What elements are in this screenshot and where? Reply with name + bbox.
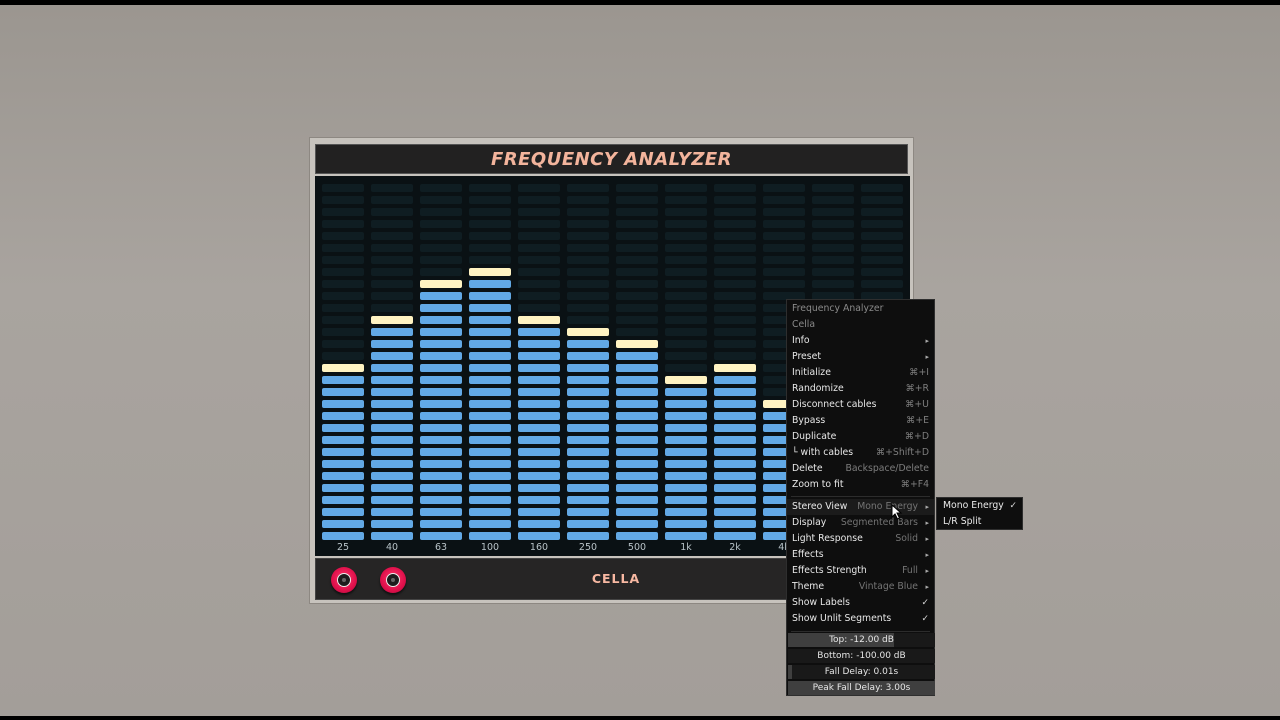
menu-item-display[interactable]: Display Segmented Bars ▸ [787,515,934,531]
menu-item-duplicate-with-cables[interactable]: └ with cables ⌘+Shift+D [787,445,934,461]
module-title: FREQUENCY ANALYZER [490,148,733,170]
chevron-right-icon: ▸ [925,535,929,543]
menu-separator [791,631,930,632]
chevron-right-icon: ▸ [925,337,929,345]
checkmark-icon: ✓ [1009,501,1017,511]
menu-item-randomize[interactable]: Randomize ⌘+R [787,381,934,397]
checkmark-icon: ✓ [921,614,929,624]
menu-item-bypass[interactable]: Bypass ⌘+E [787,413,934,429]
menu-header-title: Frequency Analyzer [792,303,884,314]
freq-label-100: 100 [480,542,500,553]
checkmark-icon: ✓ [921,598,929,608]
freq-label-63: 63 [434,542,448,553]
stereo-view-submenu: Mono Energy ✓ L/R Split [936,497,1023,530]
menu-header-brand: Cella [792,319,816,330]
fall-delay-slider[interactable]: Fall Delay: 0.01s [788,665,935,679]
menu-item-disconnect-cables[interactable]: Disconnect cables ⌘+U [787,397,934,413]
freq-label-1k: 1k [680,542,692,553]
freq-label-2k: 2k [729,542,741,553]
menu-item-effects[interactable]: Effects ▸ [787,547,934,563]
menu-item-theme[interactable]: Theme Vintage Blue ▸ [787,579,934,595]
module-title-bar: FREQUENCY ANALYZER [315,144,908,174]
menu-item-preset[interactable]: Preset ▸ [787,349,934,365]
menu-item-zoom-to-fit[interactable]: Zoom to fit ⌘+F4 [787,477,934,493]
peak-fall-delay-slider[interactable]: Peak Fall Delay: 3.00s [788,681,935,695]
menu-item-show-labels[interactable]: Show Labels ✓ [787,595,934,611]
menu-item-light-response[interactable]: Light Response Solid ▸ [787,531,934,547]
input-left-jack[interactable] [331,567,357,593]
menu-item-delete[interactable]: Delete Backspace/Delete [787,461,934,477]
menu-item-info[interactable]: Info ▸ [787,333,934,349]
mouse-pointer-icon [891,504,903,520]
chevron-right-icon: ▸ [925,519,929,527]
menu-separator [791,496,930,497]
freq-label-40: 40 [385,542,399,553]
submenu-item-mono-energy[interactable]: Mono Energy ✓ [937,498,1022,514]
chevron-right-icon: ▸ [925,353,929,361]
chevron-right-icon: ▸ [925,567,929,575]
freq-label-250: 250 [578,542,598,553]
bottom-db-slider[interactable]: Bottom: -100.00 dB [788,649,935,663]
chevron-right-icon: ▸ [925,503,929,511]
menu-item-initialize[interactable]: Initialize ⌘+I [787,365,934,381]
brand-logo: CELLA [591,571,641,586]
input-right-jack[interactable] [380,567,406,593]
top-db-slider[interactable]: Top: -12.00 dB [788,633,935,647]
chevron-right-icon: ▸ [925,551,929,559]
freq-label-25: 25 [336,542,350,553]
menu-item-duplicate[interactable]: Duplicate ⌘+D [787,429,934,445]
submenu-item-lr-split[interactable]: L/R Split [937,514,1022,530]
menu-item-show-unlit-segments[interactable]: Show Unlit Segments ✓ [787,611,934,627]
menu-item-effects-strength[interactable]: Effects Strength Full ▸ [787,563,934,579]
freq-label-500: 500 [627,542,647,553]
chevron-right-icon: ▸ [925,583,929,591]
menu-item-stereo-view[interactable]: Stereo View Mono Energy ▸ [787,499,934,515]
freq-label-160: 160 [529,542,549,553]
module-context-menu: Frequency Analyzer Cella Info ▸ Preset ▸ I… [786,299,935,696]
